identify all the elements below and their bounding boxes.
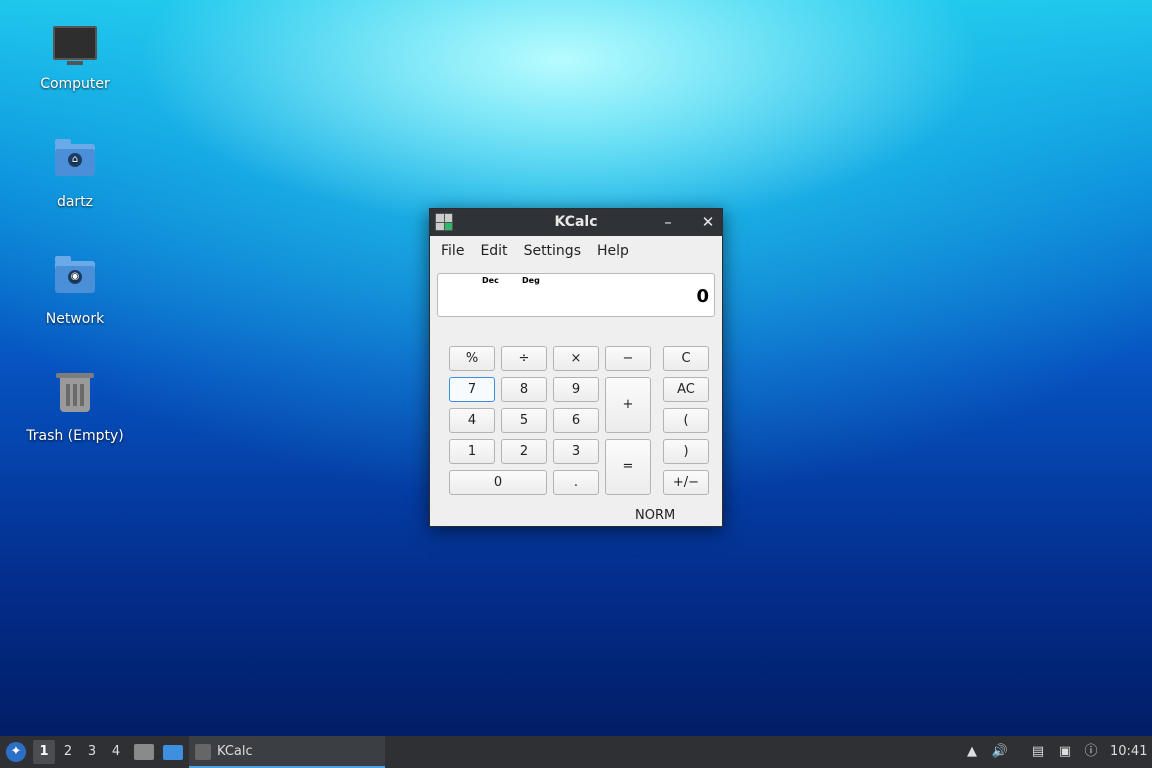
- decimal-point-button[interactable]: .: [553, 470, 599, 495]
- display-value: 0: [696, 286, 709, 307]
- menu-edit[interactable]: Edit: [472, 243, 515, 259]
- file-manager-icon[interactable]: [134, 744, 154, 760]
- digit-2-button[interactable]: 2: [501, 439, 547, 464]
- tray-arrow-up-icon[interactable]: ▲: [963, 743, 981, 761]
- start-menu-icon[interactable]: ✦: [6, 742, 26, 762]
- digit-9-button[interactable]: 9: [553, 377, 599, 402]
- digit-1-button[interactable]: 1: [449, 439, 495, 464]
- status-mode: NORM: [635, 508, 676, 523]
- close-paren-button[interactable]: ): [663, 439, 709, 464]
- workspace-2[interactable]: 2: [57, 740, 79, 764]
- angle-indicator: Deg: [522, 276, 540, 285]
- update-notifier-icon[interactable]: ⓘ: [1082, 743, 1100, 761]
- network-folder-icon: ◉: [53, 256, 97, 305]
- window-title: KCalc: [554, 214, 598, 230]
- computer-icon: [53, 26, 97, 70]
- trash-icon: [53, 373, 97, 422]
- multiply-button[interactable]: ×: [553, 346, 599, 371]
- clear-button[interactable]: C: [663, 346, 709, 371]
- digit-0-button[interactable]: 0: [449, 470, 547, 495]
- base-indicator: Dec: [482, 276, 499, 285]
- digit-5-button[interactable]: 5: [501, 408, 547, 433]
- desktop-icon-label: Computer: [40, 76, 110, 92]
- minimize-button[interactable]: –: [658, 212, 678, 232]
- all-clear-button[interactable]: AC: [663, 377, 709, 402]
- divide-button[interactable]: ÷: [501, 346, 547, 371]
- plus-button[interactable]: +: [605, 377, 651, 433]
- network-icon[interactable]: ▣: [1056, 743, 1074, 761]
- task-label: KCalc: [217, 744, 253, 759]
- desktop-icon-label: Trash (Empty): [26, 428, 124, 444]
- taskbar: ✦ 1 2 3 4 KCalc ▲ 🔊 ▤ ▣ ⓘ 10:41: [0, 736, 1152, 768]
- digit-3-button[interactable]: 3: [553, 439, 599, 464]
- menu-bar: File Edit Settings Help: [430, 236, 722, 266]
- clipboard-icon[interactable]: ▤: [1029, 743, 1047, 761]
- menu-file[interactable]: File: [433, 243, 472, 259]
- clock[interactable]: 10:41: [1110, 736, 1147, 768]
- menu-help[interactable]: Help: [589, 243, 637, 259]
- desktop-icon-label: Network: [45, 311, 105, 327]
- desktop-icon-home-folder[interactable]: ⌂ dartz: [15, 138, 135, 210]
- kcalc-window: KCalc – ✕ File Edit Settings Help Dec De…: [429, 208, 723, 527]
- close-button[interactable]: ✕: [698, 212, 718, 232]
- percent-button[interactable]: %: [449, 346, 495, 371]
- desktop-icon-computer[interactable]: Computer: [15, 22, 135, 92]
- equals-button[interactable]: =: [605, 439, 651, 495]
- plus-minus-button[interactable]: +/−: [663, 470, 709, 495]
- title-bar[interactable]: KCalc – ✕: [430, 209, 722, 236]
- digit-7-button[interactable]: 7: [449, 377, 495, 402]
- desktop-icon-trash[interactable]: Trash (Empty): [15, 372, 135, 444]
- desktop-icon-label: dartz: [56, 194, 94, 210]
- workspace-4[interactable]: 4: [105, 740, 127, 764]
- volume-icon[interactable]: 🔊: [991, 743, 1009, 761]
- digit-6-button[interactable]: 6: [553, 408, 599, 433]
- minus-button[interactable]: −: [605, 346, 651, 371]
- workspace-1[interactable]: 1: [33, 740, 55, 764]
- digit-4-button[interactable]: 4: [449, 408, 495, 433]
- home-folder-icon: ⌂: [53, 139, 97, 188]
- digit-8-button[interactable]: 8: [501, 377, 547, 402]
- menu-settings[interactable]: Settings: [516, 243, 589, 259]
- open-paren-button[interactable]: (: [663, 408, 709, 433]
- workspace-3[interactable]: 3: [81, 740, 103, 764]
- calculator-display: Dec Deg 0: [437, 273, 715, 317]
- taskbar-task-kcalc[interactable]: KCalc: [189, 736, 385, 768]
- show-desktop-icon[interactable]: [163, 745, 183, 760]
- kcalc-task-icon: [195, 744, 211, 760]
- desktop-icon-network[interactable]: ◉ Network: [15, 255, 135, 327]
